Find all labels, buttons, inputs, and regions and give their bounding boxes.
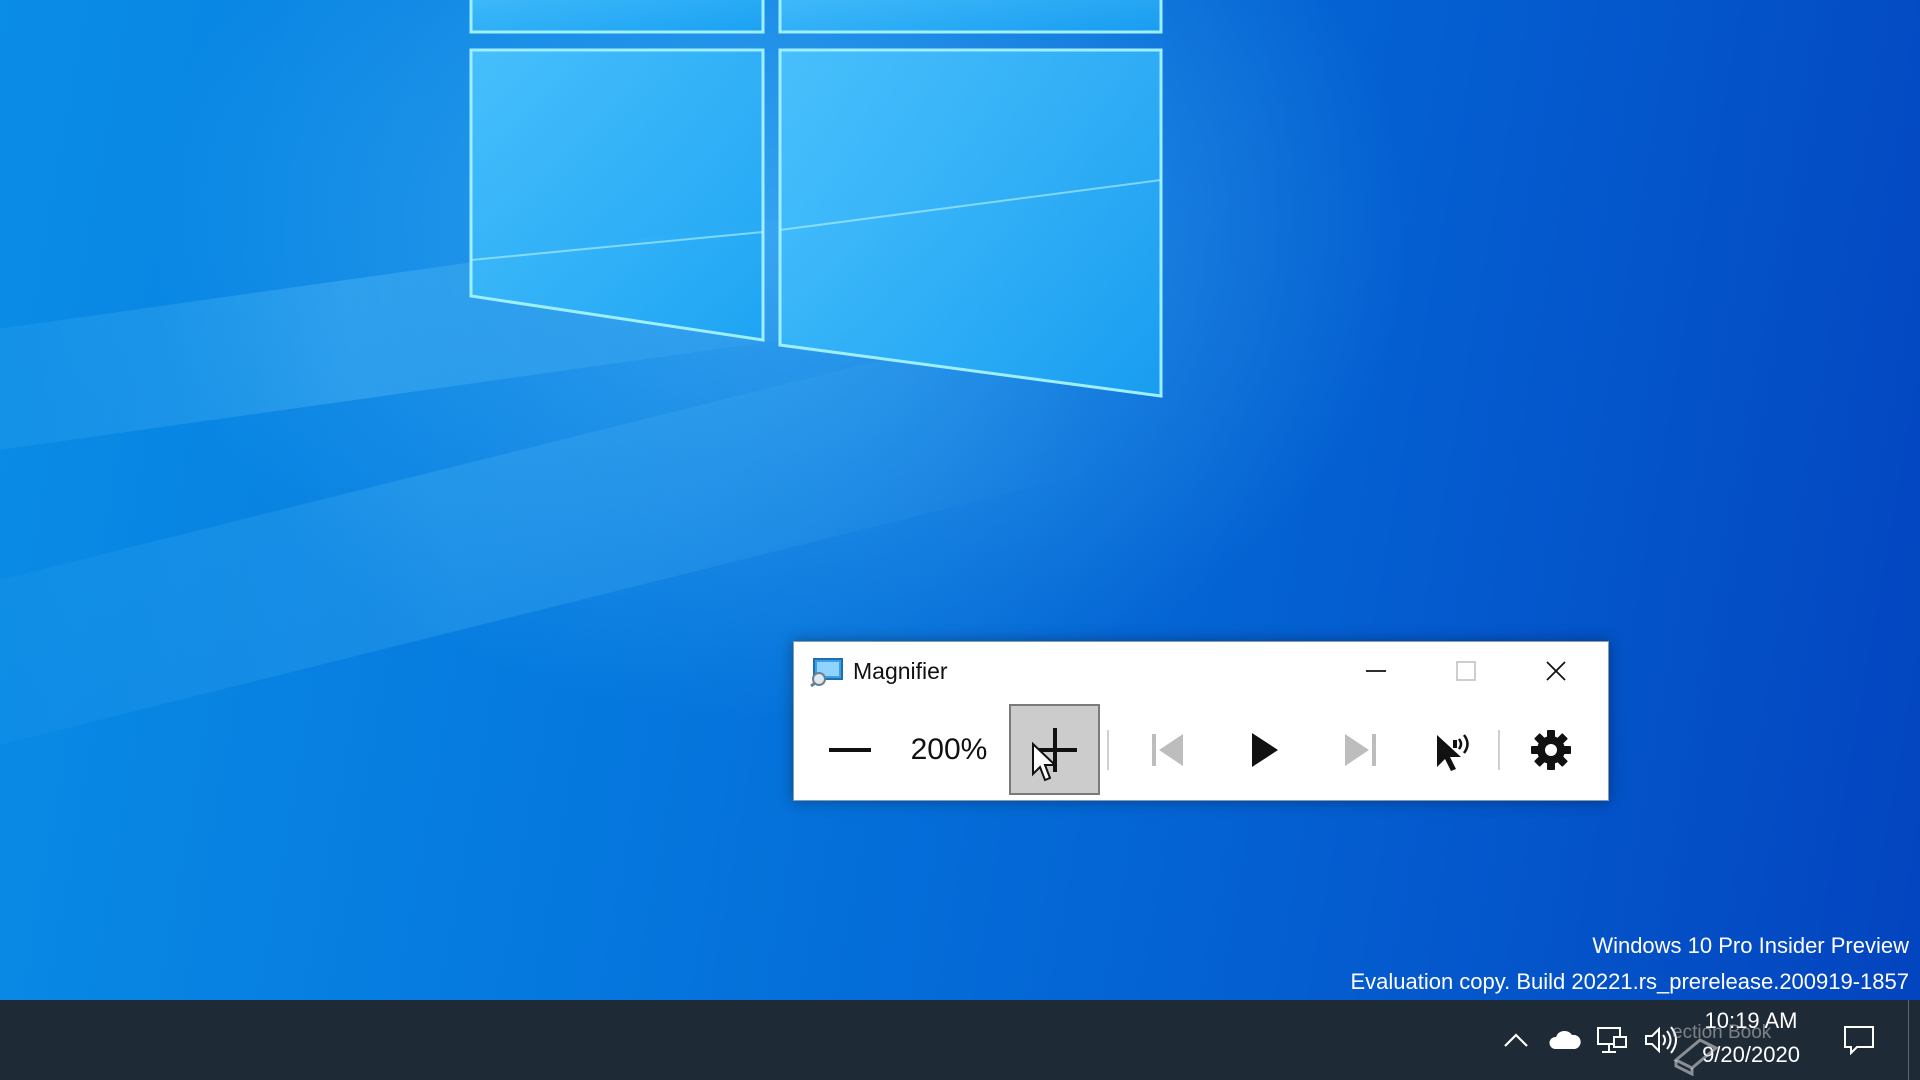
gear-icon bbox=[1531, 730, 1571, 770]
minus-icon bbox=[829, 748, 871, 752]
play-icon bbox=[1252, 733, 1278, 767]
taskbar: 10:19 AM 9/20/2020 bbox=[0, 1000, 1920, 1080]
skip-next-icon bbox=[1345, 734, 1376, 766]
close-icon bbox=[1546, 661, 1566, 681]
skip-previous-icon bbox=[1152, 734, 1183, 766]
magnifier-app-icon bbox=[810, 658, 843, 687]
show-hidden-icons-button[interactable] bbox=[1494, 1018, 1538, 1062]
zoom-out-button[interactable] bbox=[809, 704, 891, 796]
minimize-icon bbox=[1366, 670, 1386, 672]
mouse-pointer-speaker-icon bbox=[1437, 734, 1469, 771]
chevron-up-icon bbox=[1504, 1033, 1528, 1047]
network-icon bbox=[1597, 1027, 1627, 1053]
settings-button[interactable] bbox=[1509, 704, 1593, 796]
zoom-level-label: 200% bbox=[910, 733, 988, 766]
close-button[interactable] bbox=[1512, 642, 1600, 700]
title-bar[interactable]: Magnifier bbox=[794, 642, 1608, 700]
play-button[interactable] bbox=[1222, 704, 1306, 796]
window-title: Magnifier bbox=[853, 658, 948, 684]
minimize-button[interactable] bbox=[1332, 642, 1420, 700]
read-from-here-button[interactable] bbox=[1412, 704, 1496, 796]
toolbar-divider bbox=[1107, 730, 1109, 770]
magnifier-window: Magnifier 200% bbox=[793, 641, 1609, 801]
next-paragraph-button[interactable] bbox=[1318, 704, 1402, 796]
mouse-cursor-icon bbox=[1032, 742, 1058, 782]
previous-paragraph-button[interactable] bbox=[1126, 704, 1210, 796]
toolbar-divider bbox=[1498, 730, 1500, 770]
maximize-button[interactable] bbox=[1422, 642, 1510, 700]
build-watermark: Windows 10 Pro Insider Preview Evaluatio… bbox=[1350, 928, 1909, 1000]
action-center-button[interactable] bbox=[1833, 1018, 1885, 1062]
onedrive-tray-button[interactable] bbox=[1542, 1018, 1586, 1062]
network-tray-button[interactable] bbox=[1590, 1018, 1634, 1062]
windows-logo bbox=[469, 0, 1163, 398]
book-logo-icon bbox=[1673, 1038, 1719, 1076]
magnifier-toolbar: 200% bbox=[794, 700, 1608, 800]
watermark-build: Evaluation copy. Build 20221.rs_prerelea… bbox=[1350, 969, 1909, 994]
maximize-icon bbox=[1456, 661, 1476, 681]
show-desktop-button[interactable] bbox=[1908, 1000, 1920, 1080]
action-center-icon bbox=[1844, 1026, 1874, 1055]
watermark-edition: Windows 10 Pro Insider Preview bbox=[1592, 933, 1909, 958]
onedrive-cloud-icon bbox=[1549, 1030, 1581, 1049]
desktop-wallpaper: Windows 10 Pro Insider Preview Evaluatio… bbox=[0, 0, 1920, 1000]
